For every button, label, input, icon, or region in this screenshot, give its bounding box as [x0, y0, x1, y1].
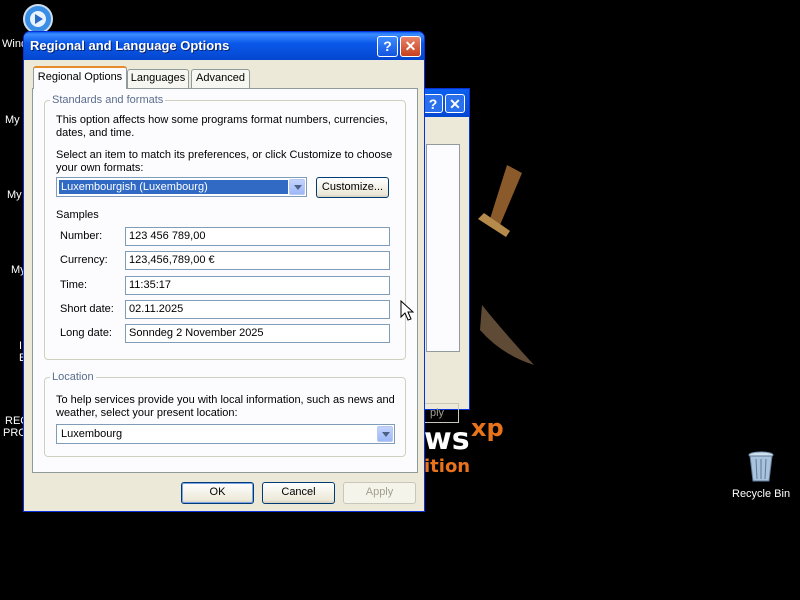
sample-value-number: 123 456 789,00: [125, 227, 390, 246]
sample-value-currency: 123,456,789,00 €: [125, 251, 390, 270]
regional-options-panel: Standards and formats This option affect…: [32, 88, 418, 473]
dialog-title: Regional and Language Options: [30, 38, 230, 53]
regional-language-dialog[interactable]: Regional and Language Options ? ✕ Region…: [23, 31, 425, 512]
sample-label-currency: Currency:: [60, 254, 108, 266]
mouse-cursor-icon: [400, 300, 414, 321]
help-button[interactable]: ?: [377, 36, 398, 57]
desktop-icon-label[interactable]: I: [19, 340, 22, 352]
select-description-line: Select an item to match its preferences,…: [56, 149, 393, 161]
wallpaper-sword: [478, 165, 534, 365]
samples-label: Samples: [56, 209, 99, 221]
brand-xp-text: xp: [471, 414, 504, 442]
ok-button[interactable]: OK: [181, 482, 254, 504]
standards-description-line: This option affects how some programs fo…: [56, 114, 388, 126]
recycle-bin-icon: [748, 451, 774, 482]
sample-label-time: Time:: [60, 279, 88, 291]
close-button[interactable]: ✕: [400, 36, 421, 57]
apply-button[interactable]: Apply: [343, 482, 416, 504]
desktop-icon-label[interactable]: My: [7, 189, 22, 201]
background-window[interactable]: ? ✕ ply: [415, 88, 470, 423]
tab-advanced[interactable]: Advanced: [191, 69, 250, 88]
standards-description-line: dates, and time.: [56, 127, 135, 139]
location-description-line: weather, select your present location:: [56, 407, 238, 419]
desktop-icon-label[interactable]: My: [5, 114, 20, 126]
format-select[interactable]: Luxembourgish (Luxembourg): [56, 177, 307, 197]
sample-value-time: 11:35:17: [125, 276, 390, 295]
background-help-button[interactable]: ?: [423, 94, 443, 113]
background-window-titlebar[interactable]: ? ✕: [421, 89, 469, 117]
chevron-down-icon[interactable]: [377, 426, 393, 442]
standards-formats-title: Standards and formats: [50, 94, 166, 106]
format-select-value: Luxembourgish (Luxembourg): [59, 180, 288, 194]
sample-label-number: Number:: [60, 230, 103, 242]
desktop-icon-recycle-bin[interactable]: [745, 450, 777, 484]
location-select-value: Luxembourg: [61, 428, 123, 440]
tab-regional-options[interactable]: Regional Options: [33, 66, 127, 89]
chevron-down-icon[interactable]: [289, 179, 305, 195]
select-description-line: your own formats:: [56, 162, 144, 174]
tab-languages[interactable]: Languages: [127, 69, 189, 88]
brand-windows-text: ws: [424, 422, 470, 457]
background-close-button[interactable]: ✕: [445, 94, 465, 113]
recycle-bin-label: Recycle Bin: [732, 488, 791, 500]
location-description-line: To help services provide you with local …: [56, 394, 395, 406]
sample-value-short-date: 02.11.2025: [125, 300, 390, 319]
sample-label-long-date: Long date:: [60, 327, 112, 339]
customize-button[interactable]: Customize...: [316, 177, 389, 198]
sample-label-short-date: Short date:: [60, 303, 114, 315]
brand-edition-text: ition: [424, 456, 471, 477]
sample-value-long-date: Sonndeg 2 November 2025: [125, 324, 390, 343]
cancel-button[interactable]: Cancel: [262, 482, 335, 504]
location-title: Location: [50, 371, 96, 383]
dialog-titlebar[interactable]: Regional and Language Options ? ✕: [24, 32, 424, 60]
background-window-panel: [426, 144, 460, 352]
location-select[interactable]: Luxembourg: [56, 424, 395, 444]
